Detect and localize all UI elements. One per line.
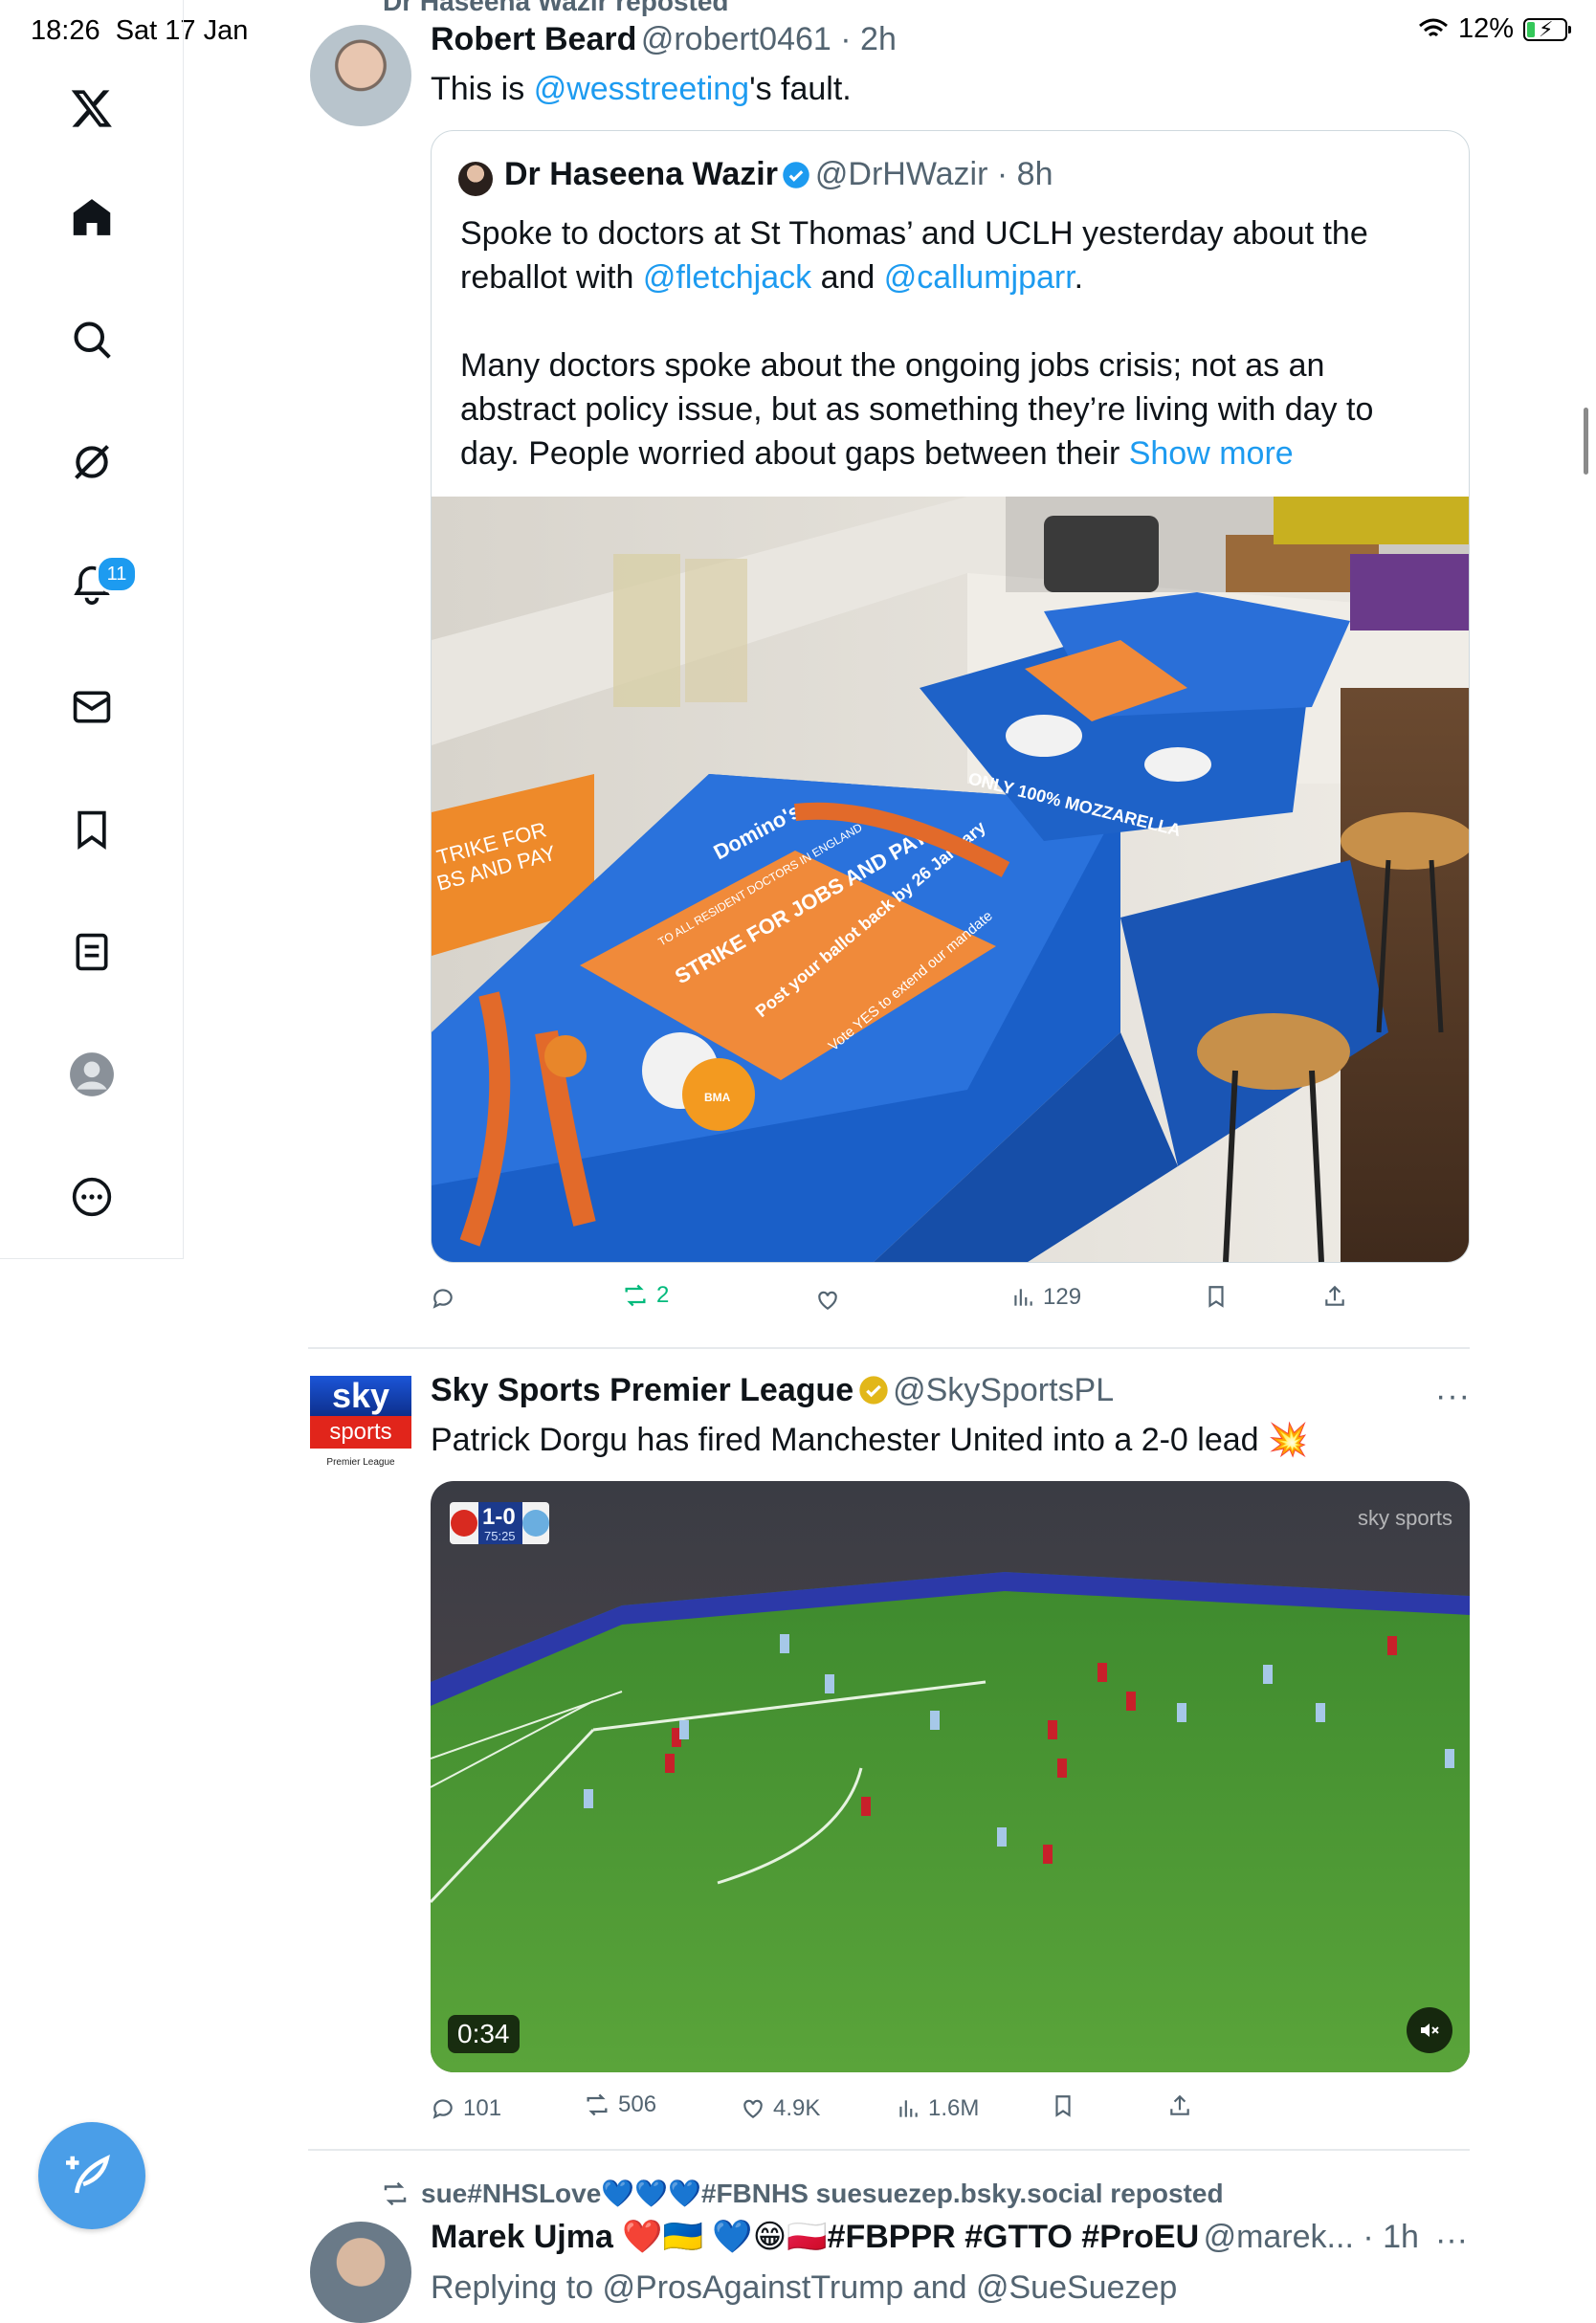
author-name[interactable]: Robert Beard bbox=[431, 21, 636, 57]
heart-icon bbox=[743, 2099, 763, 2118]
bookmark-button[interactable] bbox=[1051, 2093, 1075, 2118]
quote-photo[interactable]: TRIKE FOR BS AND PAY Domino's ONLY 100% … bbox=[432, 497, 1470, 1263]
like-button[interactable] bbox=[815, 1288, 848, 1313]
scrollbar[interactable] bbox=[1584, 408, 1588, 475]
repost-button[interactable]: 506 bbox=[584, 2091, 656, 2118]
bookmark-icon bbox=[1055, 2095, 1071, 2117]
share-button[interactable] bbox=[1322, 1284, 1347, 1309]
bookmark-icon bbox=[1208, 1286, 1224, 1308]
battery-icon: ⚡ bbox=[1523, 17, 1571, 41]
wifi-icon bbox=[1418, 18, 1448, 36]
heart-icon bbox=[818, 1291, 837, 1310]
grok-icon[interactable] bbox=[68, 438, 116, 486]
reply-icon bbox=[432, 2099, 453, 2119]
post-more-icon[interactable]: ··· bbox=[1435, 1378, 1471, 1415]
post-divider bbox=[308, 1347, 1470, 1349]
author-handle[interactable]: @robert0461 bbox=[641, 21, 831, 57]
quote-time: 8h bbox=[1016, 156, 1053, 192]
muted-speaker-icon bbox=[1421, 2024, 1439, 2037]
search-icon[interactable] bbox=[68, 316, 116, 364]
reply-context: Replying to @ProsAgainstTrump and @SueSu… bbox=[431, 2269, 1178, 2306]
post-text: This is @wesstreeting's fault. bbox=[431, 71, 852, 107]
sidebar: 11 bbox=[0, 0, 184, 1259]
robert-beard-avatar[interactable] bbox=[310, 25, 411, 126]
show-more-link[interactable]: Show more bbox=[1129, 435, 1294, 472]
author-handle[interactable]: @SkySportsPL bbox=[893, 1372, 1114, 1408]
quote-author-handle: @DrHWazir bbox=[814, 156, 988, 192]
share-icon bbox=[1170, 2094, 1189, 2115]
mention-callumjparr[interactable]: @callumjparr bbox=[884, 259, 1075, 296]
repost-icon bbox=[384, 2181, 407, 2205]
share-button[interactable] bbox=[1167, 2093, 1192, 2118]
post-divider bbox=[308, 2149, 1470, 2151]
video-score: 1-0 bbox=[482, 1504, 516, 1530]
mute-button[interactable] bbox=[1407, 2007, 1452, 2053]
repost-icon bbox=[625, 1284, 646, 1307]
repost-button[interactable]: 2 bbox=[622, 1282, 669, 1309]
sky-sports-avatar[interactable]: sky sports Premier League bbox=[310, 1376, 411, 1477]
reply-button[interactable]: 101 bbox=[431, 2095, 501, 2122]
post-header: Sky Sports Premier League @SkySportsPL bbox=[431, 1372, 1114, 1409]
post-header: Marek Ujma ❤️🇺🇦 💙😁🇵🇱#FBPPR #GTTO #ProEU … bbox=[431, 2219, 1419, 2255]
mention-fletchjack[interactable]: @fletchjack bbox=[643, 259, 811, 296]
views-button[interactable]: 129 bbox=[1010, 1284, 1081, 1311]
video-player[interactable]: 1-0 75:25 sky sports 0:34 bbox=[431, 1481, 1470, 2072]
views-button[interactable]: 1.6M bbox=[896, 2095, 979, 2122]
bookmarks-icon[interactable] bbox=[68, 806, 116, 853]
author-handle[interactable]: @marek... bbox=[1204, 2219, 1354, 2255]
more-icon[interactable] bbox=[68, 1173, 116, 1221]
lists-icon[interactable] bbox=[68, 928, 116, 976]
reply-button[interactable] bbox=[431, 1286, 463, 1311]
messages-icon[interactable] bbox=[68, 683, 116, 731]
profile-avatar-icon[interactable] bbox=[68, 1051, 116, 1098]
video-duration: 0:34 bbox=[448, 2015, 520, 2053]
quote-text: Spoke to doctors at St Thomas’ and UCLH … bbox=[460, 215, 1374, 472]
mention-link[interactable]: @wesstreeting bbox=[534, 71, 749, 107]
views-icon bbox=[1014, 1289, 1032, 1306]
like-button[interactable]: 4.9K bbox=[741, 2095, 820, 2122]
video-watermark: sky sports bbox=[1357, 1506, 1452, 1530]
quote-header: Dr Haseena Wazir @DrHWazir · 8h bbox=[504, 156, 1053, 192]
post-more-icon[interactable]: ··· bbox=[1435, 2222, 1468, 2259]
repost-line: Dr Haseena Wazir reposted bbox=[383, 0, 729, 16]
quote-tweet-card[interactable]: Dr Haseena Wazir @DrHWazir · 8h Spoke to… bbox=[431, 130, 1470, 1263]
author-name[interactable]: Marek Ujma ❤️🇺🇦 💙😁🇵🇱#FBPPR #GTTO #ProEU bbox=[431, 2219, 1199, 2255]
video-frame bbox=[431, 1481, 1470, 2072]
post-time[interactable]: 2h bbox=[860, 21, 897, 57]
share-icon bbox=[1325, 1285, 1344, 1306]
reply-icon bbox=[432, 1289, 453, 1309]
marek-ujma-avatar[interactable] bbox=[310, 2222, 411, 2323]
badge-bma-text: BMA bbox=[704, 1091, 731, 1104]
verified-gold-badge-icon bbox=[858, 1376, 888, 1405]
post-time[interactable]: 1h bbox=[1383, 2219, 1419, 2255]
post-text: Patrick Dorgu has fired Manchester Unite… bbox=[431, 1422, 1309, 1458]
verified-badge-icon bbox=[783, 162, 810, 188]
compose-post-button[interactable] bbox=[38, 2122, 145, 2229]
compose-icon bbox=[66, 2155, 110, 2194]
home-icon[interactable] bbox=[68, 193, 116, 241]
bookmark-button[interactable] bbox=[1204, 1284, 1229, 1309]
quote-author-avatar bbox=[458, 162, 493, 196]
views-icon bbox=[899, 2100, 918, 2117]
notifications-badge: 11 bbox=[96, 555, 138, 593]
status-icons: 12% ⚡ bbox=[1418, 13, 1571, 45]
quote-author-name: Dr Haseena Wazir bbox=[504, 156, 778, 192]
battery-percent: 12% bbox=[1457, 13, 1514, 44]
x-logo-icon[interactable] bbox=[68, 84, 116, 132]
author-name[interactable]: Sky Sports Premier League bbox=[431, 1372, 853, 1408]
video-clock: 75:25 bbox=[484, 1529, 516, 1543]
post-header: Robert Beard @robert0461 · 2h bbox=[431, 21, 897, 57]
repost-icon bbox=[587, 2093, 608, 2116]
repost-line: sue#NHSLove💙💙💙#FBNHS suesuezep.bsky.soci… bbox=[381, 2178, 1224, 2209]
